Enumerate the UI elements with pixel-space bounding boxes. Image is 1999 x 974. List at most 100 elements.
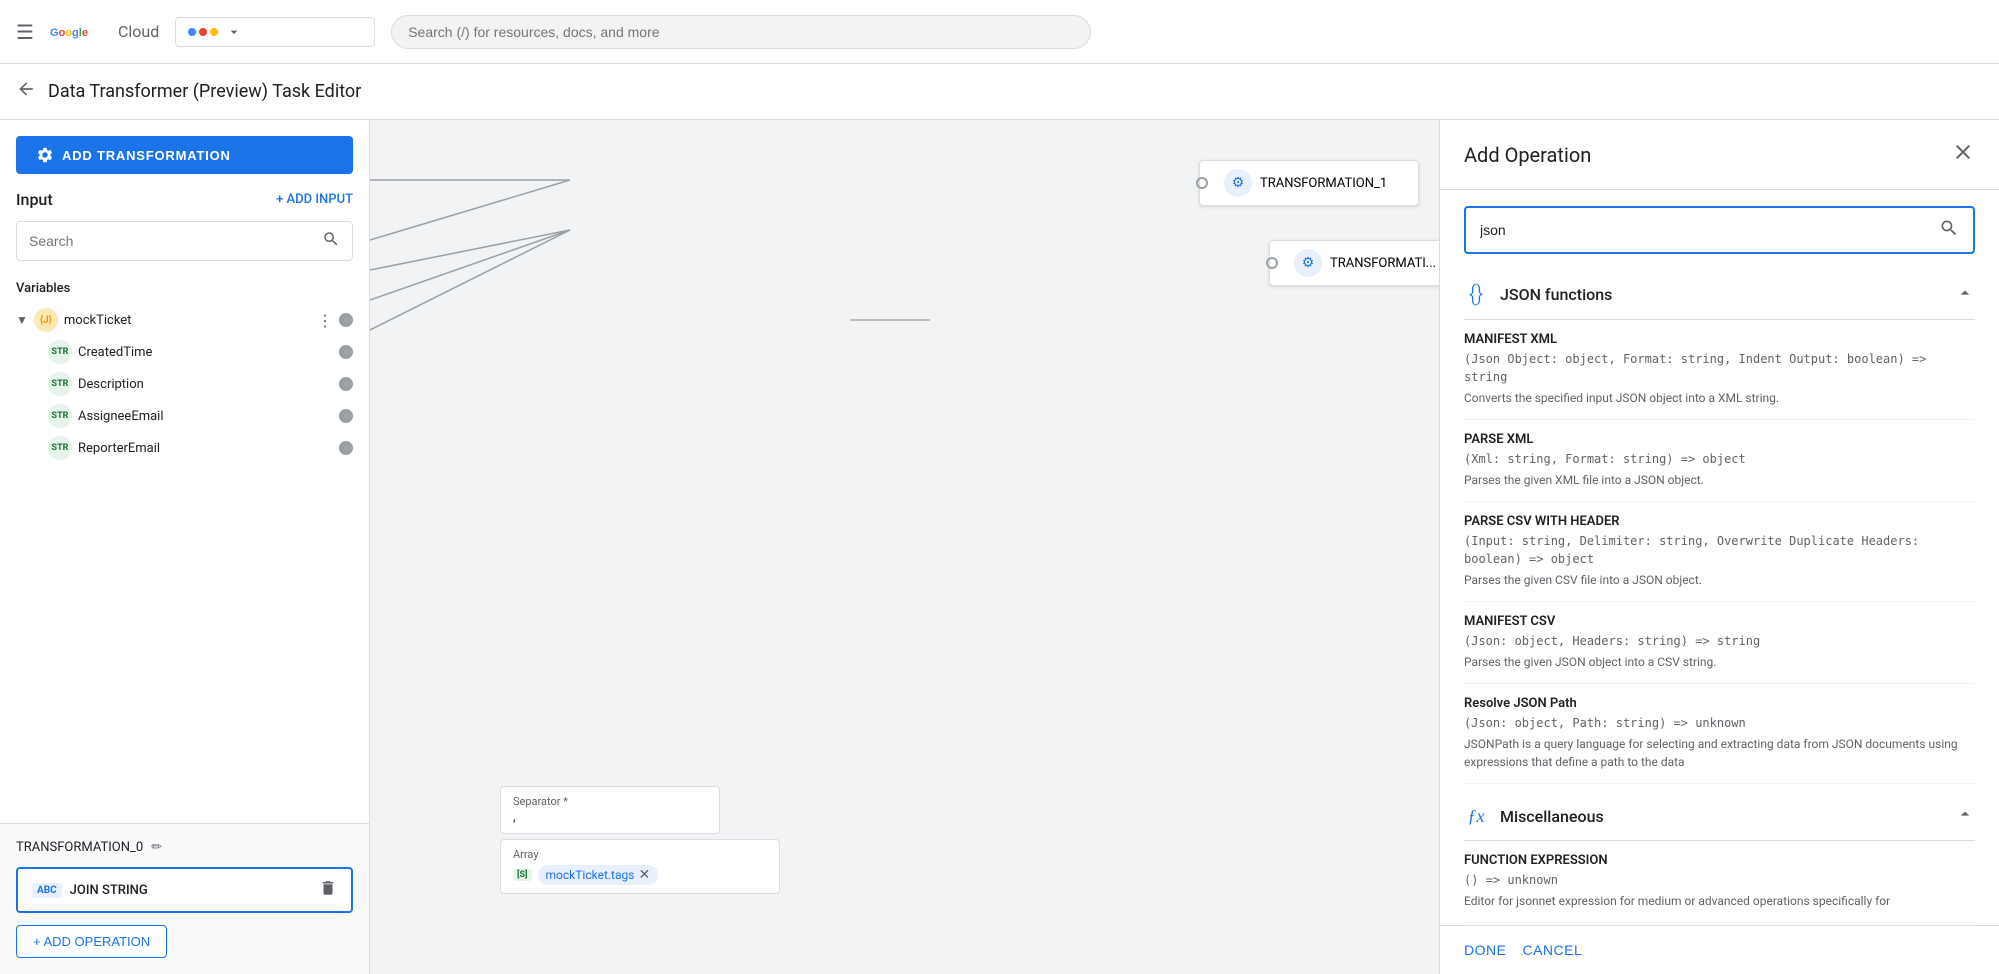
node-input-connector <box>1196 177 1208 189</box>
array-field: Array [S] mockTicket.tags ✕ <box>500 839 780 894</box>
variable-connector <box>339 345 353 359</box>
manifest-csv-item[interactable]: MANIFEST CSV (Json: object, Headers: str… <box>1464 602 1975 684</box>
separator-field: Separator * , <box>500 786 720 834</box>
parse-xml-item[interactable]: PARSE XML (Xml: string, Format: string) … <box>1464 420 1975 502</box>
variable-mockticket: ▼ {J} mockTicket ⋮ <box>16 304 353 336</box>
add-input-button[interactable]: + ADD INPUT <box>276 192 353 207</box>
search-box <box>16 221 353 261</box>
chevron-up-icon <box>1955 804 1975 828</box>
operation-signature: (Input: string, Delimiter: string, Overw… <box>1464 532 1975 568</box>
variables-search-input[interactable] <box>29 233 314 249</box>
transformation-name-row: TRANSFORMATION_0 ✏ <box>16 840 353 855</box>
node-gear-icon: ⚙ <box>1294 249 1322 277</box>
operation-description: Converts the specified input JSON object… <box>1464 389 1975 407</box>
left-panel: ADD TRANSFORMATION Input + ADD INPUT Var… <box>0 120 370 974</box>
operation-signature: (Json: object, Headers: string) => strin… <box>1464 632 1975 650</box>
connection-line <box>370 230 570 330</box>
google-cloud-logo: Google Cloud <box>50 20 159 44</box>
variable-createdtime: STR CreatedTime <box>48 336 353 368</box>
json-functions-section-header[interactable]: {} JSON functions <box>1464 270 1975 320</box>
back-button[interactable] <box>16 79 36 104</box>
node-gear-icon: ⚙ <box>1224 169 1252 197</box>
cancel-button[interactable]: CANCEL <box>1522 942 1582 958</box>
operation-description: Editor for jsonnet expression for medium… <box>1464 892 1975 910</box>
close-button[interactable] <box>1951 140 1975 169</box>
subheader: Data Transformer (Preview) Task Editor <box>0 64 1999 120</box>
operation-name: MANIFEST XML <box>1464 332 1975 347</box>
parse-csv-header-item[interactable]: PARSE CSV WITH HEADER (Input: string, De… <box>1464 502 1975 602</box>
connection-line <box>370 230 570 270</box>
variable-connector <box>339 377 353 391</box>
variable-assigneeemail: STR AssigneeEmail <box>48 400 353 432</box>
input-section: Input + ADD INPUT <box>0 190 369 269</box>
search-icon[interactable] <box>322 230 340 252</box>
operation-signature: (Json Object: object, Format: string, In… <box>1464 350 1975 386</box>
array-str-badge: [S] <box>513 869 532 881</box>
dropdown-icon <box>226 24 242 40</box>
variable-menu-icon[interactable]: ⋮ <box>317 311 333 330</box>
project-selector[interactable] <box>175 17 375 47</box>
miscellaneous-section-header[interactable]: ƒx Miscellaneous <box>1464 792 1975 841</box>
topbar: ☰ Google Cloud <box>0 0 1999 64</box>
array-tag-chip: mockTicket.tags ✕ <box>538 865 659 885</box>
tag-remove-icon[interactable]: ✕ <box>638 867 650 883</box>
edit-icon[interactable]: ✏ <box>151 840 162 855</box>
transformation-name-label: TRANSFORMATION_0 <box>16 840 143 855</box>
done-button[interactable]: DONE <box>1464 942 1506 958</box>
variable-connector <box>339 313 353 327</box>
variable-str-icon: STR <box>48 404 72 428</box>
transformation-1-node: ⚙ TRANSFORMATION_1 <box>1199 160 1419 206</box>
right-panel-title: Add Operation <box>1464 143 1591 167</box>
google-logo-svg: Google <box>50 20 110 44</box>
global-search-input[interactable] <box>391 15 1091 49</box>
right-panel-footer: DONE CANCEL <box>1440 925 1999 974</box>
cloud-label: Cloud <box>118 22 159 41</box>
operation-type-icon: ABC <box>32 883 62 898</box>
connection-line <box>370 180 570 240</box>
miscellaneous-title: Miscellaneous <box>1500 807 1604 826</box>
variable-children: STR CreatedTime STR Description STR Assi… <box>16 336 353 464</box>
miscellaneous-icon: ƒx <box>1464 806 1488 827</box>
node-input-connector <box>1266 257 1278 269</box>
operation-signature: (Xml: string, Format: string) => object <box>1464 450 1975 468</box>
operation-name: PARSE CSV WITH HEADER <box>1464 514 1975 529</box>
add-transformation-button[interactable]: ADD TRANSFORMATION <box>16 136 353 174</box>
variables-section: Variables ▼ {J} mockTicket ⋮ STR Created… <box>0 269 369 823</box>
operation-description: Parses the given CSV file into a JSON ob… <box>1464 571 1975 589</box>
right-panel-content: {} JSON functions MANIFEST XML (Json Obj… <box>1440 270 1999 925</box>
operation-description: Parses the given JSON object into a CSV … <box>1464 653 1975 671</box>
expand-icon[interactable]: ▼ <box>16 313 28 327</box>
svg-text:Google: Google <box>50 27 88 39</box>
dot-yellow <box>210 28 218 36</box>
variables-label: Variables <box>16 281 353 296</box>
input-label: Input <box>16 190 53 209</box>
function-expression-item[interactable]: FUNCTION EXPRESSION () => unknown Editor… <box>1464 841 1975 923</box>
variable-type-icon: {J} <box>34 308 58 332</box>
delete-operation-icon[interactable] <box>319 879 337 901</box>
operation-search-input[interactable] <box>1480 222 1931 238</box>
search-field-icon[interactable] <box>1939 218 1959 242</box>
add-operation-button[interactable]: + ADD OPERATION <box>16 925 167 958</box>
operation-signature: (Json: object, Path: string) => unknown <box>1464 714 1975 732</box>
json-functions-title: JSON functions <box>1500 285 1612 304</box>
node-label: TRANSFORMATI... <box>1330 256 1436 271</box>
menu-icon[interactable]: ☰ <box>16 20 34 44</box>
connection-line <box>370 230 570 300</box>
variable-name: Description <box>78 377 333 392</box>
variable-str-icon: STR <box>48 372 72 396</box>
dot-blue <box>188 28 196 36</box>
project-dots <box>188 28 218 36</box>
variable-name: CreatedTime <box>78 345 333 360</box>
input-section-header: Input + ADD INPUT <box>16 190 353 209</box>
dot-red <box>199 28 207 36</box>
right-panel-header: Add Operation <box>1440 120 1999 190</box>
search-field <box>1464 206 1975 254</box>
right-panel-search <box>1440 190 1999 270</box>
variable-description: STR Description <box>48 368 353 400</box>
variable-name: ReporterEmail <box>78 441 333 456</box>
transformation-editor: TRANSFORMATION_0 ✏ ABC JOIN STRING + ADD… <box>0 823 369 974</box>
manifest-xml-item[interactable]: MANIFEST XML (Json Object: object, Forma… <box>1464 320 1975 420</box>
section-header-left: ƒx Miscellaneous <box>1464 806 1604 827</box>
resolve-json-path-item[interactable]: Resolve JSON Path (Json: object, Path: s… <box>1464 684 1975 784</box>
variable-reporteremail: STR ReporterEmail <box>48 432 353 464</box>
